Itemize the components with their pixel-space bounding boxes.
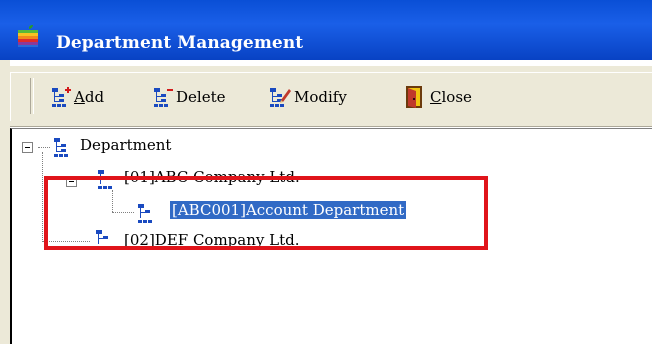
close-button-label: Close [430, 88, 472, 106]
modify-button-label: Modify [294, 88, 347, 106]
edit-node-icon [270, 88, 291, 107]
add-node-icon [52, 87, 71, 107]
window-title: Department Management [56, 33, 304, 53]
delete-button[interactable]: Delete [152, 82, 225, 112]
toolbar-grip[interactable] [30, 78, 34, 114]
tree-root-label[interactable]: Department [80, 136, 171, 154]
tree-line [38, 147, 50, 148]
close-button[interactable]: Close [404, 82, 472, 112]
org-chart-icon [54, 138, 68, 157]
highlight-annotation-box [44, 176, 488, 250]
delete-node-icon [154, 88, 173, 107]
root-expander[interactable] [22, 142, 33, 153]
apple-logo-icon [18, 25, 38, 47]
tree-line [42, 152, 43, 240]
app-window: Department Management Add Delete Modify … [0, 0, 652, 344]
title-bar[interactable]: Department Management [0, 0, 652, 60]
window-left-border [0, 60, 10, 344]
door-exit-icon [406, 86, 422, 108]
delete-button-label: Delete [176, 88, 226, 106]
add-button-label: Add [74, 88, 105, 106]
add-button[interactable]: Add [50, 82, 104, 112]
modify-button[interactable]: Modify [268, 82, 347, 112]
